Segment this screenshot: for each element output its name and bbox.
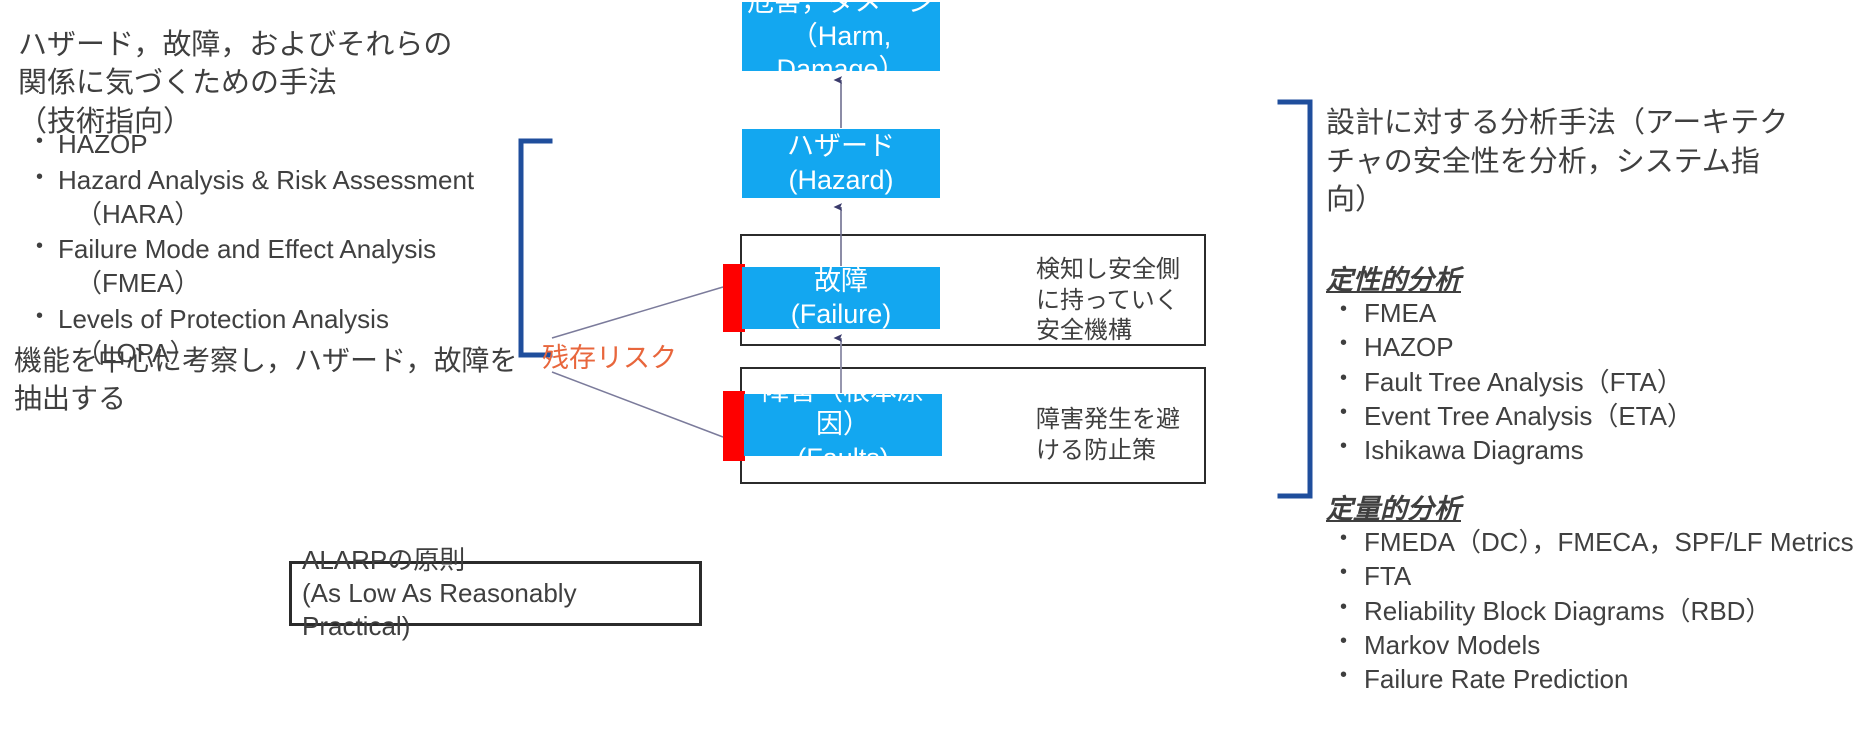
residual-risk-label: 残存リスク (542, 343, 677, 373)
failure-label-jp: 故障 (814, 265, 868, 296)
list-item: Failure Mode and Effect Analysis （FMEA） (18, 233, 528, 301)
slide-canvas: ハザード，故障，およびそれらの 関係に気づくための手法 （技術指向） HAZOP… (0, 0, 1866, 750)
faults-label-jp: 障害（根本原因） (762, 375, 924, 440)
list-item: HAZOP (1326, 330, 1866, 364)
list-item-main: Failure Mode and Effect Analysis (58, 234, 437, 265)
residual-risk-bar-faults (723, 391, 745, 461)
alarp-principle-box: ALARPの原則 (As Low As Reasonably Practical… (289, 545, 702, 641)
list-item: Fault Tree Analysis（FTA） (1326, 365, 1866, 399)
faults-box: 障害（根本原因） (Faults) (744, 376, 942, 473)
leader-line-residual-lower (551, 371, 724, 438)
list-item-label: Fault Tree Analysis（FTA） (1364, 366, 1683, 397)
prevention-measure-label: 障害発生を避ける防止策 (1036, 406, 1180, 464)
list-item-label: FMEA (1364, 298, 1437, 328)
alarp-title: ALARPの原則 (302, 545, 466, 576)
left-note-text: 機能を中心に考察し，ハザード，故障を 抽出する (14, 345, 518, 415)
right-bracket (1272, 99, 1316, 499)
list-item: Event Tree Analysis（ETA） (1326, 399, 1866, 433)
list-item: Hazard Analysis & Risk Assessment （HARA） (18, 164, 528, 232)
failure-box: 故障 (Failure) (742, 265, 940, 329)
list-item-label: HAZOP (1364, 332, 1454, 363)
list-item: FTA (1326, 559, 1866, 593)
list-item-main: HAZOP (58, 129, 148, 159)
list-item-label: Ishikawa Diagrams (1364, 435, 1584, 466)
hazard-label-jp: ハザード (787, 131, 895, 162)
alarp-expansion: (As Low As Reasonably Practical) (302, 578, 577, 641)
quantitative-analysis-title: 定量的分析 (1326, 494, 1461, 524)
hazard-label-en: (Hazard) (788, 164, 894, 195)
failure-label-en: (Failure) (790, 299, 892, 329)
list-item: Reliability Block Diagrams（RBD） (1326, 594, 1866, 628)
list-item: Markov Models (1326, 628, 1866, 662)
leader-line-residual-upper (551, 286, 724, 339)
left-methods-list: HAZOP Hazard Analysis & Risk Assessment … (18, 128, 528, 373)
list-item-label: Reliability Block Diagrams（RBD） (1364, 595, 1772, 626)
qualitative-analysis-title: 定性的分析 (1326, 265, 1461, 295)
list-item: Ishikawa Diagrams (1326, 433, 1866, 467)
list-item-sub: （HARA） (76, 198, 201, 229)
quantitative-analysis-list: FMEDA（DC），FMECA，SPF/LF Metrics FTA Relia… (1326, 525, 1866, 697)
list-item-label: FTA (1364, 561, 1412, 592)
list-item: Failure Rate Prediction (1326, 662, 1866, 696)
list-item: FMEDA（DC），FMECA，SPF/LF Metrics (1326, 525, 1866, 559)
detection-mechanism-label: 検知し安全側に持っていく安全機構 (1036, 256, 1180, 345)
hazard-box: ハザード (Hazard) (742, 129, 940, 198)
list-item-main: Levels of Protection Analysis (58, 303, 389, 334)
list-item-label: Markov Models (1364, 629, 1541, 660)
qualitative-analysis-list: FMEA HAZOP Fault Tree Analysis（FTA） Even… (1326, 296, 1866, 468)
left-bracket (516, 138, 556, 358)
list-item: HAZOP (18, 128, 528, 162)
list-item-label: FMEDA（DC），FMECA，SPF/LF Metrics (1364, 527, 1854, 557)
harm-damage-label-en: （Harm, Damage） (776, 20, 906, 85)
list-item-main: Hazard Analysis & Risk Assessment (58, 164, 475, 195)
list-item-label: Failure Rate Prediction (1364, 664, 1629, 695)
left-heading-text: ハザード，故障，およびそれらの 関係に気づくための手法 （技術指向） (18, 29, 453, 138)
harm-damage-label-jp: 危害，ダメージ (747, 0, 935, 18)
list-item-label: Event Tree Analysis（ETA） (1364, 400, 1693, 431)
list-item: FMEA (1326, 296, 1866, 330)
harm-damage-box: 危害，ダメージ （Harm, Damage） (742, 0, 940, 84)
list-item-sub: （FMEA） (76, 268, 201, 299)
faults-label-en: (Faults) (797, 442, 889, 473)
right-heading-text: 設計に対する分析手法（アーキテク チャの安全性を分析，システム指 向） (1326, 107, 1789, 217)
